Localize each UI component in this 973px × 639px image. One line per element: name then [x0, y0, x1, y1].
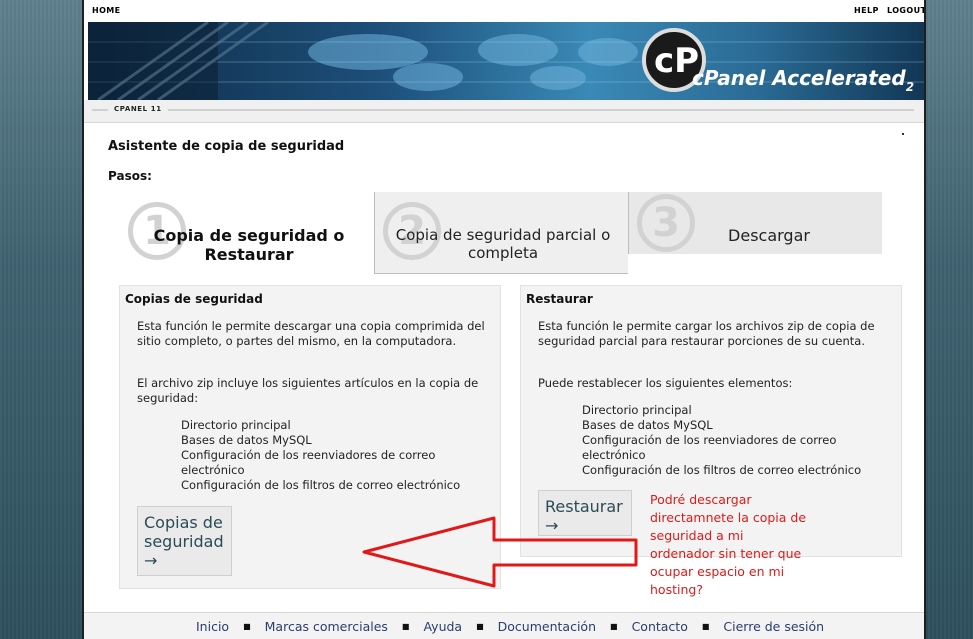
backup-heading: Copias de seguridad: [125, 292, 263, 306]
separator-dot-icon: ■: [610, 622, 618, 631]
step-2-label: Copia de seguridad parcial o completa: [395, 226, 611, 262]
annotation-note: Podré descargar directamnete la copia de…: [650, 492, 807, 597]
footer-link-trademarks[interactable]: Marcas comerciales: [265, 619, 388, 634]
arrow-right-icon: →: [144, 551, 158, 570]
footer-link-help[interactable]: Ayuda: [423, 619, 462, 634]
step-2-tab[interactable]: 2 Copia de seguridad parcial o completa: [374, 192, 628, 274]
cpanel-logo-text: cPanel Accelerated2: [692, 66, 915, 94]
backup-button-label: Copias de seguridad: [144, 513, 224, 551]
footer-links: Inicio ■ Marcas comerciales ■ Ayuda ■ Document…: [196, 619, 824, 634]
divider: [92, 109, 914, 111]
restore-items-list: Directorio principal Bases de datos MySQ…: [582, 403, 892, 478]
footer: Inicio ■ Marcas comerciales ■ Ayuda ■ Document…: [84, 612, 924, 639]
steps-label: Pasos:: [108, 169, 152, 183]
browser-page: HOME HELP LOGOUT cP cPanel Accelerated2 …: [82, 0, 926, 639]
backup-description: Esta función le permite descargar una co…: [137, 319, 485, 348]
list-item: Configuración de los reenviadores de cor…: [582, 433, 837, 462]
backup-button[interactable]: Copias de seguridad →: [137, 506, 232, 576]
decorative-dot: [902, 133, 904, 135]
version-label: CPANEL 11: [108, 105, 168, 113]
page-title: Asistente de copia de seguridad: [108, 139, 345, 154]
step-1-label: Copia de seguridad o Restaurar: [153, 226, 345, 264]
logout-link[interactable]: LOGOUT: [887, 6, 924, 15]
list-item: Bases de datos MySQL: [582, 418, 713, 432]
list-item: Bases de datos MySQL: [181, 433, 312, 447]
top-navigation: HOME HELP LOGOUT: [84, 0, 924, 22]
footer-link-logout[interactable]: Cierre de sesión: [723, 619, 824, 634]
list-item: Configuración de los reenviadores de cor…: [181, 448, 436, 477]
list-item: Configuración de los filtros de correo e…: [582, 463, 862, 477]
annotation-arrow: [362, 516, 638, 588]
backup-list-intro: El archivo zip incluye los siguientes ar…: [137, 376, 479, 405]
step-3-label: Descargar: [728, 226, 810, 245]
restore-list-intro: Puede restablecer los siguientes element…: [538, 376, 793, 390]
restore-description: Esta función le permite cargar los archi…: [538, 319, 875, 348]
list-item: Directorio principal: [181, 418, 291, 432]
footer-link-contact[interactable]: Contacto: [632, 619, 688, 634]
step-3-tab[interactable]: 3 Descargar: [628, 192, 882, 254]
list-item: Configuración de los filtros de correo e…: [181, 478, 461, 492]
step-1-tab[interactable]: 1 Copia de seguridad o Restaurar: [120, 192, 374, 274]
separator-dot-icon: ■: [476, 622, 484, 631]
home-link[interactable]: HOME: [92, 6, 121, 15]
separator-dot-icon: ■: [701, 622, 710, 631]
header-banner: cP cPanel Accelerated2: [88, 22, 924, 100]
backup-items-list: Directorio principal Bases de datos MySQ…: [181, 418, 481, 493]
restore-button-label: Restaurar: [545, 497, 623, 516]
footer-link-docs[interactable]: Documentación: [498, 619, 596, 634]
help-link[interactable]: HELP: [854, 6, 879, 15]
list-item: Directorio principal: [582, 403, 692, 417]
separator-dot-icon: ■: [401, 622, 410, 631]
restore-heading: Restaurar: [526, 292, 593, 306]
separator-dot-icon: ■: [243, 622, 251, 631]
version-strip: CPANEL 11: [84, 100, 924, 123]
footer-link-inicio[interactable]: Inicio: [196, 619, 229, 634]
